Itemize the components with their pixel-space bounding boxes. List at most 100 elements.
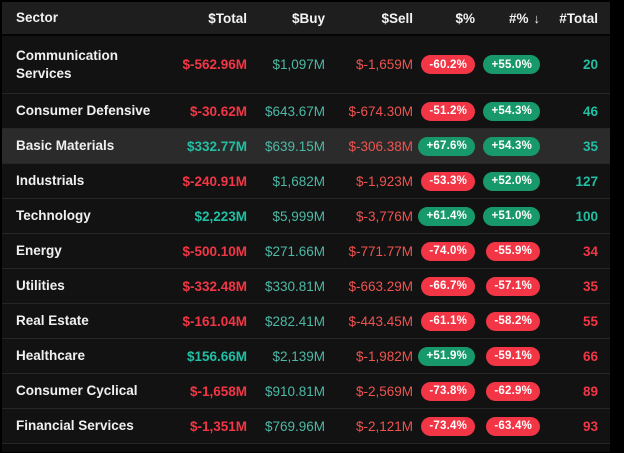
count-total-value: 34 [582, 243, 598, 259]
dollar-total-value: $-562.96M [182, 57, 247, 72]
count-pct-badge: -62.9% [486, 381, 540, 401]
dollar-pct-cell: +51.9% [413, 346, 475, 366]
dollar-sell-value: $-674.30M [348, 103, 413, 119]
table-bottom-filler [2, 443, 610, 452]
count-pct-cell: +52.0% [475, 171, 540, 191]
dollar-sell-value: $-443.45M [348, 313, 413, 329]
dollar-pct-badge: -73.8% [421, 381, 475, 401]
dollar-total-value: $-1,658M [189, 383, 247, 399]
count-pct-cell: -55.9% [475, 241, 540, 261]
count-pct-cell: -62.9% [475, 381, 540, 401]
table-row[interactable]: Consumer Defensive $-30.62M $643.67M $-674.… [2, 93, 610, 128]
count-total-value: 66 [582, 348, 598, 364]
count-pct-badge: +52.0% [483, 171, 540, 191]
table-header-row: Sector $Total $Buy $Sell $% #% ↓ #Total [2, 2, 610, 36]
table-row[interactable]: Industrials $-240.91M $1,682M $-1,923M -53.3… [2, 163, 610, 198]
dollar-buy-value: $2,139M [272, 348, 325, 364]
dollar-buy-value: $639.15M [264, 138, 325, 154]
table-row[interactable]: Real Estate $-161.04M $282.41M $-443.45M -61… [2, 303, 610, 338]
dollar-buy-value: $271.66M [264, 243, 325, 259]
column-header-dollar-total[interactable]: $Total [152, 11, 247, 26]
sector-name: Healthcare [16, 348, 86, 364]
dollar-buy-value: $282.41M [264, 313, 325, 329]
dollar-sell-value: $-2,121M [355, 418, 413, 434]
dollar-total-value: $2,223M [194, 208, 247, 224]
table-row[interactable]: Consumer Cyclical $-1,658M $910.81M $-2,569… [2, 373, 610, 408]
table-row[interactable]: Financial Services $-1,351M $769.96M $-2,12… [2, 408, 610, 443]
dollar-sell-value: $-2,569M [355, 383, 413, 399]
sector-table: Sector $Total $Buy $Sell $% #% ↓ #Total C… [2, 2, 610, 452]
count-total-value: 35 [582, 138, 598, 154]
column-header-sector[interactable]: Sector [2, 9, 152, 27]
column-header-dollar-sell[interactable]: $Sell [325, 11, 413, 26]
dollar-total-value: $-1,351M [189, 418, 247, 434]
count-pct-cell: +54.3% [475, 101, 540, 121]
column-header-dollar-pct[interactable]: $% [413, 11, 475, 26]
column-header-count-total[interactable]: #Total [540, 11, 598, 26]
dollar-pct-cell: +67.6% [413, 136, 475, 156]
sector-name: Consumer Cyclical [16, 383, 138, 399]
sector-name: Real Estate [16, 313, 89, 329]
dollar-pct-cell: -66.7% [413, 276, 475, 296]
dollar-pct-cell: -53.3% [413, 171, 475, 191]
dollar-pct-badge: -74.0% [421, 241, 475, 261]
dollar-sell-value: $-771.77M [348, 243, 413, 259]
dollar-pct-badge: -51.2% [421, 101, 475, 121]
count-pct-cell: -59.1% [475, 346, 540, 366]
count-pct-cell: -57.1% [475, 276, 540, 296]
count-pct-cell: +54.3% [475, 136, 540, 156]
column-header-dollar-buy[interactable]: $Buy [247, 11, 325, 26]
count-total-value: 100 [575, 208, 598, 224]
count-pct-cell: -63.4% [475, 416, 540, 436]
count-total-value: 93 [582, 418, 598, 434]
table-row[interactable]: Basic Materials $332.77M $639.15M $-306.38M… [2, 128, 610, 163]
sector-name: Communication Services [16, 47, 119, 81]
count-pct-label: #% [508, 10, 529, 26]
count-pct-badge: -57.1% [486, 276, 540, 296]
dollar-total-value: $-161.04M [182, 313, 247, 329]
column-header-count-pct[interactable]: #% ↓ [475, 11, 540, 26]
dollar-buy-value: $330.81M [264, 278, 325, 294]
dollar-sell-value: $-3,776M [355, 208, 413, 224]
count-total-value: 35 [582, 278, 598, 294]
sector-name: Energy [16, 243, 62, 259]
dollar-total-value: $-500.10M [182, 243, 247, 259]
count-total-value: 127 [575, 173, 598, 189]
dollar-buy-value: $1,097M [272, 57, 325, 72]
sector-name: Consumer Defensive [16, 103, 151, 119]
dollar-total-value: $156.66M [186, 348, 247, 364]
dollar-sell-value: $-1,923M [355, 173, 413, 189]
table-row[interactable]: Energy $-500.10M $271.66M $-771.77M -74.0% -5… [2, 233, 610, 268]
dollar-buy-value: $910.81M [264, 383, 325, 399]
dollar-sell-value: $-1,982M [355, 348, 413, 364]
dollar-pct-cell: +61.4% [413, 206, 475, 226]
count-pct-badge: -63.4% [486, 416, 540, 436]
sector-name: Industrials [16, 173, 85, 189]
dollar-buy-value: $643.67M [264, 103, 325, 119]
dollar-pct-cell: -73.4% [413, 416, 475, 436]
dollar-sell-value: $-306.38M [348, 138, 413, 154]
table-row[interactable]: Healthcare $156.66M $2,139M $-1,982M +51.9% -… [2, 338, 610, 373]
count-pct-badge: -58.2% [486, 311, 540, 331]
count-pct-badge: +54.3% [483, 136, 540, 156]
count-pct-cell: +55.0% [475, 55, 540, 74]
dollar-pct-badge: +61.4% [418, 206, 475, 226]
count-pct-badge: +55.0% [483, 55, 540, 74]
dollar-pct-cell: -74.0% [413, 241, 475, 261]
table-row[interactable]: Communication Services $-562.96M $1,097M $-… [2, 36, 610, 93]
count-total-value: 46 [582, 103, 598, 119]
dollar-total-value: $-240.91M [182, 173, 247, 189]
count-pct-badge: +51.0% [483, 206, 540, 226]
count-pct-cell: -58.2% [475, 311, 540, 331]
sector-name: Technology [16, 208, 91, 224]
count-pct-badge: -55.9% [486, 241, 540, 261]
table-row[interactable]: Technology $2,223M $5,999M $-3,776M +61.4% +5… [2, 198, 610, 233]
dollar-sell-value: $-663.29M [348, 278, 413, 294]
dollar-pct-cell: -51.2% [413, 101, 475, 121]
count-pct-badge: +54.3% [483, 101, 540, 121]
sector-name: Basic Materials [16, 138, 115, 154]
table-row[interactable]: Utilities $-332.48M $330.81M $-663.29M -66.7… [2, 268, 610, 303]
dollar-pct-cell: -61.1% [413, 311, 475, 331]
dollar-pct-badge: +67.6% [418, 136, 475, 156]
dollar-pct-badge: -66.7% [421, 276, 475, 296]
